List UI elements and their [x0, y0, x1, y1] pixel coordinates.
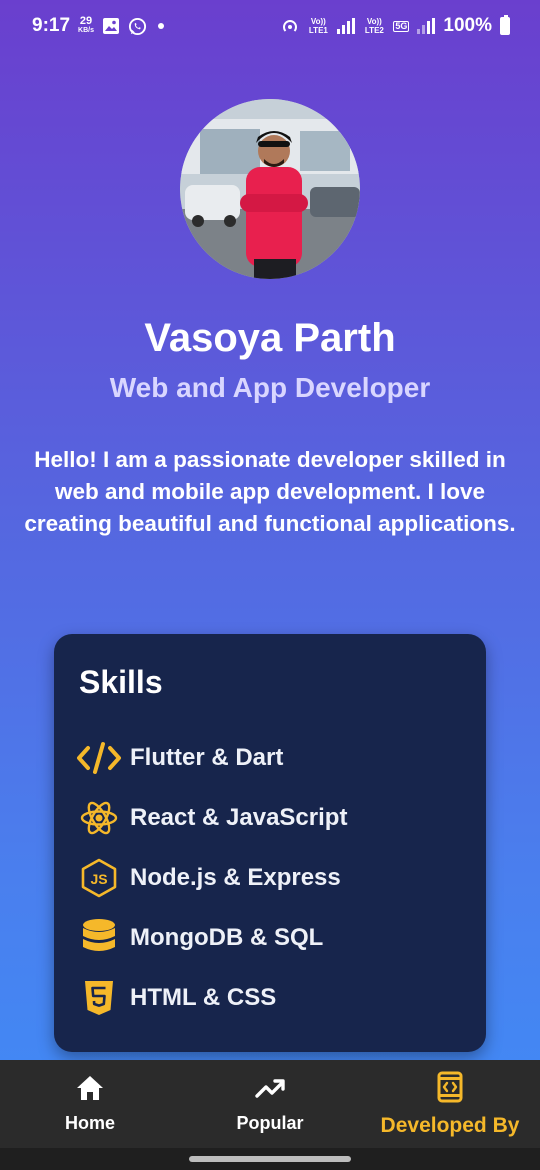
skill-label: Node.js & Express: [130, 864, 341, 891]
trending-up-icon: [254, 1074, 286, 1107]
nav-home-label: Home: [64, 1113, 115, 1133]
nodejs-icon: JS: [76, 856, 122, 900]
net-speed: 29 KB/s: [78, 15, 94, 35]
database-icon: [76, 916, 122, 960]
skill-label: React & JavaScript: [130, 804, 348, 831]
bottom-nav: Home Popular Developed By: [0, 1060, 540, 1148]
network-type: 5G: [393, 20, 410, 32]
net-speed-value: 29: [79, 15, 93, 27]
avatar: [180, 99, 360, 279]
nav-developed-by[interactable]: Developed By: [360, 1060, 540, 1148]
skills-card: Skills Flutter & Dart React & JavaScript…: [54, 634, 486, 1052]
battery-icon: [500, 15, 510, 35]
developer-icon: [437, 1071, 463, 1108]
nav-popular-label: Popular: [236, 1113, 304, 1133]
skill-item-html: HTML & CSS: [76, 976, 276, 1020]
profile-role: Web and App Developer: [109, 372, 431, 403]
html5-icon: [76, 976, 122, 1020]
skill-label: HTML & CSS: [130, 984, 277, 1011]
notification-dot-icon: [155, 20, 167, 32]
nav-popular[interactable]: Popular: [180, 1060, 360, 1148]
home-icon: [75, 1074, 105, 1107]
profile-photo: [180, 99, 360, 279]
sim1-label: Vo)) LTE1: [308, 17, 328, 35]
code-icon: [76, 736, 122, 780]
nav-developed-by-label: Developed By: [380, 1113, 520, 1137]
signal-sim2-icon: [417, 18, 436, 34]
skill-item-database: MongoDB & SQL: [76, 916, 323, 960]
hotspot-icon: [281, 17, 299, 35]
skills-title: Skills: [79, 664, 163, 700]
gesture-handle[interactable]: [189, 1156, 351, 1162]
net-speed-unit: KB/s: [78, 27, 94, 34]
skill-item-flutter: Flutter & Dart: [76, 736, 283, 780]
profile-bio: Hello! I am a passionate developer skill…: [24, 447, 516, 536]
skill-item-nodejs: JS Node.js & Express: [76, 856, 341, 900]
gallery-icon: [102, 17, 120, 35]
whatsapp-icon: [128, 17, 147, 36]
profile-name: Vasoya Parth: [144, 316, 396, 360]
nav-home[interactable]: Home: [0, 1060, 180, 1148]
svg-text:JS: JS: [90, 871, 107, 887]
gesture-area: [0, 1148, 540, 1170]
react-icon: [76, 796, 122, 840]
battery-percent: 100%: [443, 15, 492, 36]
signal-sim1-icon: [337, 18, 356, 34]
status-time: 9:17: [32, 15, 71, 36]
skill-item-react: React & JavaScript: [76, 796, 347, 840]
skill-label: Flutter & Dart: [130, 744, 284, 771]
skill-label: MongoDB & SQL: [130, 924, 324, 951]
status-bar: 9:17 29 KB/s Vo)) LTE1 Vo)) LTE2 5G 100%: [0, 0, 540, 52]
sim2-label: Vo)) LTE2: [364, 17, 384, 35]
